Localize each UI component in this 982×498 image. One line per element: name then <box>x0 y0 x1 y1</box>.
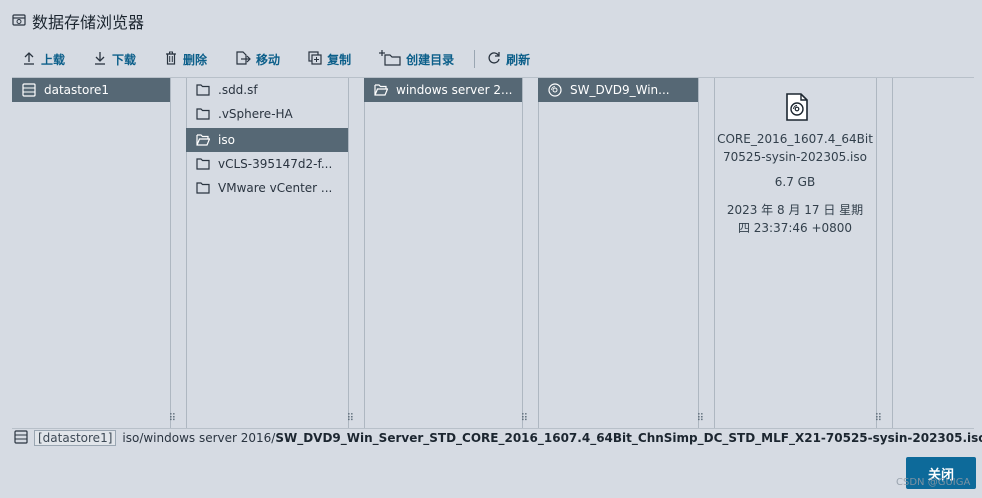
datastore-label: datastore1 <box>44 83 110 97</box>
datastore-item[interactable]: datastore1 <box>12 78 170 102</box>
column-gap <box>876 78 893 428</box>
datastore-column: datastore1 ⠿ <box>12 78 176 428</box>
preview-date-line1: 2023 年 8 月 17 日 星期 <box>726 203 864 217</box>
folder-item[interactable]: .vSphere-HA <box>186 102 348 126</box>
copy-label: 复制 <box>327 52 352 67</box>
upload-button[interactable]: 上载 <box>22 51 65 68</box>
refresh-label: 刷新 <box>506 52 531 67</box>
create-folder-label: 创建目录 <box>406 52 455 67</box>
folder-label: .vSphere-HA <box>218 107 293 121</box>
column-gap <box>170 78 187 428</box>
file-label: SW_DVD9_Win... <box>570 83 670 97</box>
iso-folder-column: windows server 2... ⠿ <box>364 78 528 428</box>
refresh-icon <box>487 51 501 68</box>
path-datastore-tag: [datastore1] <box>34 430 117 446</box>
datastore-icon <box>12 12 26 31</box>
folder-icon <box>196 158 210 170</box>
move-label: 移动 <box>256 52 281 67</box>
refresh-button[interactable]: 刷新 <box>487 51 530 68</box>
preview-file-name: CORE_2016_1607.4_64Bit 70525-sysin-20230… <box>704 130 886 166</box>
title-bar: 数据存储浏览器 <box>12 9 144 33</box>
file-browser: datastore1 ⠿ .sdd.sf .vSphere-HA iso vCL… <box>12 77 974 429</box>
delete-button[interactable]: 删除 <box>164 51 207 68</box>
move-icon <box>235 50 251 68</box>
toolbar-divider <box>474 50 476 68</box>
preview-file-size: 6.7 GB <box>774 175 816 189</box>
upload-icon <box>22 51 36 68</box>
preview-modified-date: 2023 年 8 月 17 日 星期 四 23:37:46 +0800 <box>714 201 876 237</box>
close-button[interactable]: 关闭 <box>906 457 976 489</box>
delete-label: 删除 <box>183 52 208 67</box>
path-file-name: SW_DVD9_Win_Server_STD_CORE_2016_1607.4_… <box>275 431 982 445</box>
preview-file-name-line1: CORE_2016_1607.4_64Bit <box>717 132 873 146</box>
download-icon <box>93 51 107 68</box>
column-gap <box>348 78 365 428</box>
datastore-browser-dialog: 数据存储浏览器 上载 下载 删除 移动 复制 创建目录 刷新 datastore… <box>0 0 982 498</box>
folder-icon <box>196 108 210 120</box>
disc-icon <box>548 83 562 97</box>
datastore-icon <box>14 429 28 447</box>
path-bar: [datastore1] iso/windows server 2016/ SW… <box>14 429 982 447</box>
folder-item[interactable]: iso <box>186 128 348 152</box>
download-label: 下载 <box>112 52 137 67</box>
folder-item[interactable]: VMware vCenter ... <box>186 176 348 200</box>
folder-item[interactable]: .sdd.sf <box>186 78 348 102</box>
preview-date-line2: 四 23:37:46 +0800 <box>737 221 853 235</box>
folder-label: iso <box>218 133 235 147</box>
copy-button[interactable]: 复制 <box>308 50 352 68</box>
server-folder-column: SW_DVD9_Win... ⠿ <box>538 78 704 428</box>
preview-column: CORE_2016_1607.4_64Bit 70525-sysin-20230… <box>714 78 882 428</box>
copy-icon <box>308 50 322 68</box>
file-item[interactable]: SW_DVD9_Win... <box>538 78 698 102</box>
new-folder-icon <box>379 49 401 69</box>
path-prefix: iso/windows server 2016/ <box>122 431 276 445</box>
open-folder-icon <box>196 134 210 146</box>
folder-item[interactable]: windows server 2... <box>364 78 522 102</box>
iso-file-icon <box>785 93 809 124</box>
folder-icon <box>196 182 210 194</box>
datastore-icon <box>22 83 36 97</box>
folder-label: VMware vCenter ... <box>218 181 333 195</box>
dialog-title: 数据存储浏览器 <box>32 13 145 32</box>
folder-item[interactable]: vCLS-395147d2-f... <box>186 152 348 176</box>
move-button[interactable]: 移动 <box>235 50 281 68</box>
download-button[interactable]: 下载 <box>93 51 136 68</box>
folder-icon <box>196 84 210 96</box>
column-gap <box>522 78 539 428</box>
upload-label: 上载 <box>41 52 66 67</box>
preview-file-name-line2: 70525-sysin-202305.iso <box>723 150 867 164</box>
create-folder-button[interactable]: 创建目录 <box>379 49 455 69</box>
root-folder-column: .sdd.sf .vSphere-HA iso vCLS-395147d2-f.… <box>186 78 354 428</box>
trash-icon <box>164 51 178 68</box>
open-folder-icon <box>374 84 388 96</box>
folder-label: vCLS-395147d2-f... <box>218 157 333 171</box>
folder-label: windows server 2... <box>396 83 513 97</box>
toolbar: 上载 下载 删除 移动 复制 创建目录 刷新 <box>22 48 558 70</box>
folder-label: .sdd.sf <box>218 83 258 97</box>
